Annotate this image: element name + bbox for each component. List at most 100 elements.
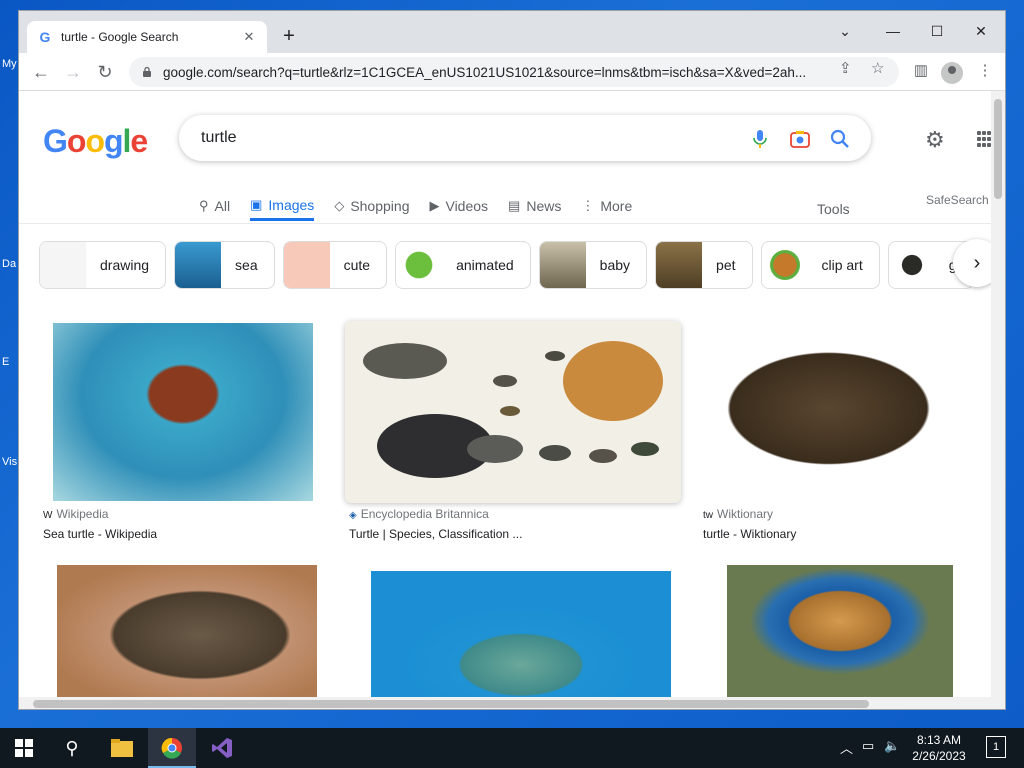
tools-button[interactable]: Tools [817,201,850,217]
result-source-name: Encyclopedia Britannica [360,507,489,521]
logo-letter: o [66,123,87,159]
browser-tab[interactable]: G turtle - Google Search ✕ [27,21,267,53]
search-nav-tabs: ⚲ All ▣ Images ◇ Shopping ▶ Videos ▤ News ⋮ Mo… [199,191,652,221]
tab-strip: G turtle - Google Search ✕ + ⌄ — ☐ ✕ [19,11,1005,53]
wikipedia-icon: W [43,510,53,521]
safesearch-label[interactable]: SafeSearch [926,193,989,207]
result-source: W Wikipedia [43,507,108,521]
desktop-icon-label[interactable]: Vis [2,456,17,468]
tab-close-icon[interactable]: ✕ [241,29,257,45]
tab-all[interactable]: ⚲ All [199,191,230,221]
file-explorer-icon[interactable] [98,728,146,768]
show-hidden-icons-chevron-icon[interactable]: ︿ [840,738,853,757]
taskbar-clock[interactable]: 8:13 AM 2/26/2023 [900,732,978,764]
chip-pet[interactable]: pet [655,241,753,289]
tab-images[interactable]: ▣ Images [250,191,315,221]
result-image[interactable] [371,571,671,697]
tab-news[interactable]: ▤ News [508,191,561,221]
side-panel-icon[interactable]: ▥ [909,61,933,79]
settings-gear-icon[interactable]: ⚙ [925,127,945,153]
image-result[interactable] [727,557,953,697]
image-result[interactable]: ◈ Encyclopedia Britannica Turtle | Specie… [345,311,685,541]
network-icon[interactable]: ▭ [862,738,874,754]
desktop-icon-label[interactable]: Da [2,258,16,270]
close-window-button[interactable]: ✕ [959,17,1003,45]
chip-cute[interactable]: cute [282,241,388,289]
result-image[interactable] [727,565,953,697]
desktop-icon-label[interactable]: E [2,356,9,368]
result-title[interactable]: Sea turtle - Wikipedia [43,527,157,541]
tab-label: News [526,198,562,214]
horizontal-scrollbar[interactable] [19,697,1005,709]
chrome-taskbar-icon[interactable] [148,728,196,768]
visual-studio-taskbar-icon[interactable] [198,728,246,768]
clock-time: 8:13 AM [916,733,962,747]
camera-lens-icon[interactable] [789,128,811,150]
start-button[interactable] [0,728,48,768]
result-image[interactable] [345,321,681,503]
tab-search-chevron-icon[interactable]: ⌄ [823,17,867,45]
chip-sea[interactable]: sea [174,241,275,289]
windows-logo-icon [15,739,33,757]
notification-center-icon[interactable]: 1 [986,736,1006,758]
scrollbar-thumb[interactable] [33,700,869,708]
result-image[interactable] [57,565,317,697]
chip-clip-art[interactable]: clip art [760,241,880,289]
image-result[interactable]: tw Wiktionary turtle - Wiktionary [699,311,969,541]
result-image[interactable] [53,323,313,501]
url-text: google.com/search?q=turtle&rlz=1C1GCEA_e… [163,64,807,80]
volume-icon[interactable]: 🔈 [884,738,900,754]
chip-thumbnail [283,242,330,288]
logo-letter: l [122,123,132,159]
chip-drawing[interactable]: drawing [39,241,167,289]
search-icon[interactable] [829,128,851,150]
search-input[interactable]: turtle [179,115,871,161]
search-query: turtle [201,129,237,146]
chip-label: sea [235,257,258,273]
result-title[interactable]: turtle - Wiktionary [703,527,796,541]
chrome-menu-icon[interactable]: ⋮ [973,61,997,79]
bookmark-star-icon[interactable]: ☆ [871,59,884,77]
google-favicon-icon: G [39,29,51,45]
address-bar[interactable]: google.com/search?q=turtle&rlz=1C1GCEA_e… [129,57,899,87]
maximize-button[interactable]: ☐ [915,17,959,45]
image-result[interactable]: W Wikipedia Sea turtle - Wikipedia [39,311,329,541]
tab-shopping[interactable]: ◇ Shopping [334,191,409,221]
back-button[interactable]: ← [27,59,55,87]
google-logo[interactable]: Google [43,123,148,160]
image-icon: ▣ [250,196,263,212]
visual-studio-icon [212,738,232,758]
share-icon[interactable]: ⇪ [839,59,852,77]
britannica-icon: ◈ [349,510,357,521]
tab-label: Shopping [350,198,410,214]
browser-toolbar: ← → ↻ google.com/search?q=turtle&rlz=1C1… [19,53,1005,91]
play-icon: ▶ [429,198,440,213]
image-result[interactable] [371,557,671,697]
image-result[interactable] [39,557,329,697]
voice-search-mic-icon[interactable] [749,128,771,150]
related-searches-chips: drawing sea cute animated baby pet clip … [39,241,982,289]
tab-more[interactable]: ⋮ More [581,191,632,221]
reload-button[interactable]: ↻ [91,59,119,87]
tag-icon: ◇ [334,198,345,213]
chip-baby[interactable]: baby [538,241,648,289]
minimize-button[interactable]: — [871,17,915,45]
new-tab-button[interactable]: + [277,25,301,49]
profile-avatar[interactable] [941,62,963,84]
result-image[interactable] [699,323,969,501]
tab-videos[interactable]: ▶ Videos [429,191,488,221]
desktop-icon-label[interactable]: My [2,58,17,70]
chip-thumbnail [396,242,443,288]
chip-animated[interactable]: animated [395,241,531,289]
chip-thumbnail [656,242,703,288]
chip-thumbnail [888,242,935,288]
taskbar-search-icon[interactable]: ⚲ [48,728,96,768]
google-apps-icon[interactable] [977,131,991,147]
tab-title: turtle - Google Search [61,30,179,44]
vertical-scrollbar[interactable] [991,91,1005,697]
scrollbar-thumb[interactable] [994,99,1002,199]
chip-label: cute [343,257,371,273]
result-source: tw Wiktionary [703,507,773,521]
forward-button[interactable]: → [59,59,87,87]
result-title[interactable]: Turtle | Species, Classification ... [349,527,522,541]
